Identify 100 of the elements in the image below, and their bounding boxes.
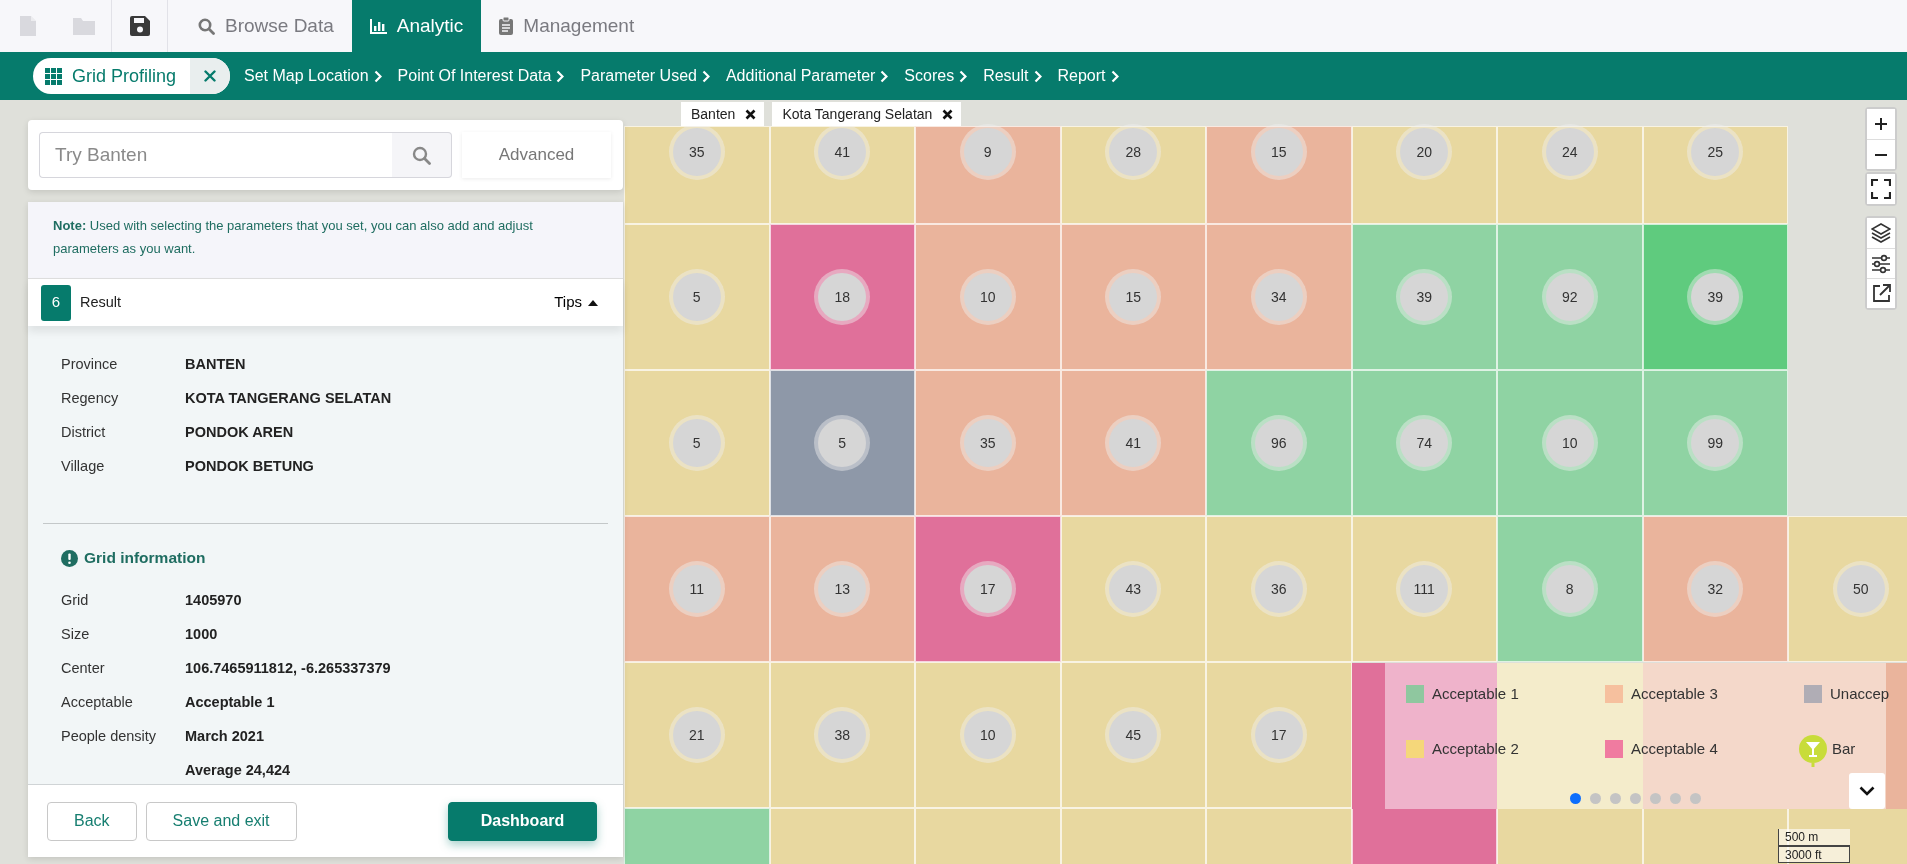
collapse-button[interactable] [1849,773,1885,809]
cluster-count[interactable]: 21 [672,711,721,759]
close-icon[interactable] [745,108,757,120]
cluster-count[interactable]: 17 [1254,711,1303,759]
cluster-count[interactable]: 15 [1254,128,1303,176]
page-dot[interactable] [1610,793,1621,804]
grid-cell[interactable]: 74 [1351,370,1497,516]
close-icon[interactable] [942,108,954,120]
grid-cell[interactable]: 35 [624,126,770,224]
cluster-count[interactable]: 8 [1545,565,1594,613]
footer-button[interactable]: Back [47,801,137,841]
grid-cell[interactable]: 50 [1788,516,1907,662]
tips-toggle[interactable]: Tips [554,291,598,314]
grid-cell[interactable]: 5 [624,224,770,370]
cluster-count[interactable]: 39 [1400,273,1449,321]
grid-cell[interactable]: 15 [1060,224,1206,370]
page-dot[interactable] [1590,793,1601,804]
cluster-count[interactable]: 38 [818,711,867,759]
cluster-count[interactable]: 15 [1109,273,1158,321]
grid-cell[interactable]: 25 [1642,126,1788,224]
grid-cell[interactable]: 13 [769,516,915,662]
grid-cell[interactable]: 43 [1060,516,1206,662]
grid-cell[interactable]: 41 [1060,370,1206,516]
grid-cell[interactable]: 92 [1497,224,1643,370]
workflow-step[interactable]: Scores [902,64,970,88]
cluster-count[interactable]: 99 [1691,419,1740,467]
cluster-count[interactable]: 35 [672,128,721,176]
page-dot[interactable] [1670,793,1681,804]
nav-tab[interactable]: Management [481,0,653,52]
cluster-count[interactable]: 24 [1545,128,1594,176]
workflow-step[interactable]: Result [981,64,1044,88]
cluster-count[interactable]: 25 [1691,128,1740,176]
cluster-count[interactable]: 5 [818,419,867,467]
grid-cell[interactable]: 36 [1206,516,1352,662]
nav-tab[interactable]: Analytic [351,0,482,52]
grid-cell[interactable]: 45 [1060,662,1206,808]
cluster-count[interactable]: 5 [672,273,721,321]
cluster-count[interactable]: 34 [1254,273,1303,321]
cluster-count[interactable]: 41 [1109,419,1158,467]
page-dot[interactable] [1570,793,1581,804]
grid-cell[interactable]: 28 [1060,126,1206,224]
grid-cell[interactable]: 24 [1497,126,1643,224]
grid-cell[interactable]: 34 [1206,224,1352,370]
workflow-step[interactable]: Report [1055,64,1121,88]
cluster-count[interactable]: 74 [1400,419,1449,467]
grid-cell[interactable]: 9 [915,126,1061,224]
page-dot[interactable] [1650,793,1661,804]
grid-cell[interactable]: 35 [915,370,1061,516]
cluster-count[interactable]: 45 [1109,711,1158,759]
grid-cell[interactable]: 39 [1642,224,1788,370]
nav-tab[interactable]: Browse Data [180,0,352,52]
cluster-count[interactable]: 96 [1254,419,1303,467]
cluster-count[interactable]: 39 [1691,273,1740,321]
grid-cell[interactable]: 11 [624,516,770,662]
grid-cell[interactable]: 17 [915,516,1061,662]
cluster-count[interactable]: 32 [1691,565,1740,613]
grid-cell[interactable]: 38 [769,662,915,808]
cluster-count[interactable]: 50 [1836,565,1885,613]
cluster-count[interactable]: 10 [963,711,1012,759]
dashboard-button[interactable]: Dashboard [448,801,597,841]
grid-cell[interactable]: 5 [769,370,915,516]
cluster-count[interactable]: 35 [963,419,1012,467]
grid-cell[interactable]: 21 [624,662,770,808]
page-dot[interactable] [1630,793,1641,804]
cluster-count[interactable]: 11 [672,565,721,613]
grid-cell[interactable]: 96 [1206,370,1352,516]
cluster-count[interactable]: 10 [963,273,1012,321]
grid-cell[interactable]: 32 [1642,516,1788,662]
grid-cell[interactable]: 41 [769,126,915,224]
cluster-count[interactable]: 18 [818,273,867,321]
grid-cell[interactable]: 5 [624,370,770,516]
workflow-step[interactable]: Set Map Location [242,64,384,88]
grid-cell[interactable]: 39 [1351,224,1497,370]
grid-cell[interactable]: 111 [1351,516,1497,662]
grid-cell[interactable]: 18 [769,224,915,370]
workflow-step[interactable]: Parameter Used [578,64,712,88]
cluster-count[interactable]: 43 [1109,565,1158,613]
page-dot[interactable] [1690,793,1701,804]
cluster-count[interactable]: 10 [1545,419,1594,467]
grid-cell[interactable]: 10 [1497,370,1643,516]
footer-button[interactable]: Save and exit [145,801,297,841]
grid-cell[interactable]: 17 [1206,662,1352,808]
close-button[interactable] [190,58,231,94]
cluster-count[interactable]: 41 [818,128,867,176]
grid-cell[interactable]: 10 [915,224,1061,370]
cluster-count[interactable]: 17 [963,565,1012,613]
cluster-count[interactable]: 36 [1254,565,1303,613]
grid-cell[interactable]: 10 [915,662,1061,808]
cluster-count[interactable]: 13 [818,565,867,613]
advanced-button[interactable]: Advanced [462,132,611,178]
cluster-count[interactable]: 92 [1545,273,1594,321]
grid-cell[interactable]: 20 [1351,126,1497,224]
grid-cell[interactable]: 99 [1642,370,1788,516]
cluster-count[interactable]: 5 [672,419,721,467]
cluster-count[interactable]: 111 [1400,565,1449,613]
zoom-out-button[interactable] [1867,139,1895,169]
export-button[interactable] [1867,278,1895,308]
grid-cell[interactable]: 8 [1497,516,1643,662]
cluster-count[interactable]: 9 [963,128,1012,176]
cluster-count[interactable]: 20 [1400,128,1449,176]
